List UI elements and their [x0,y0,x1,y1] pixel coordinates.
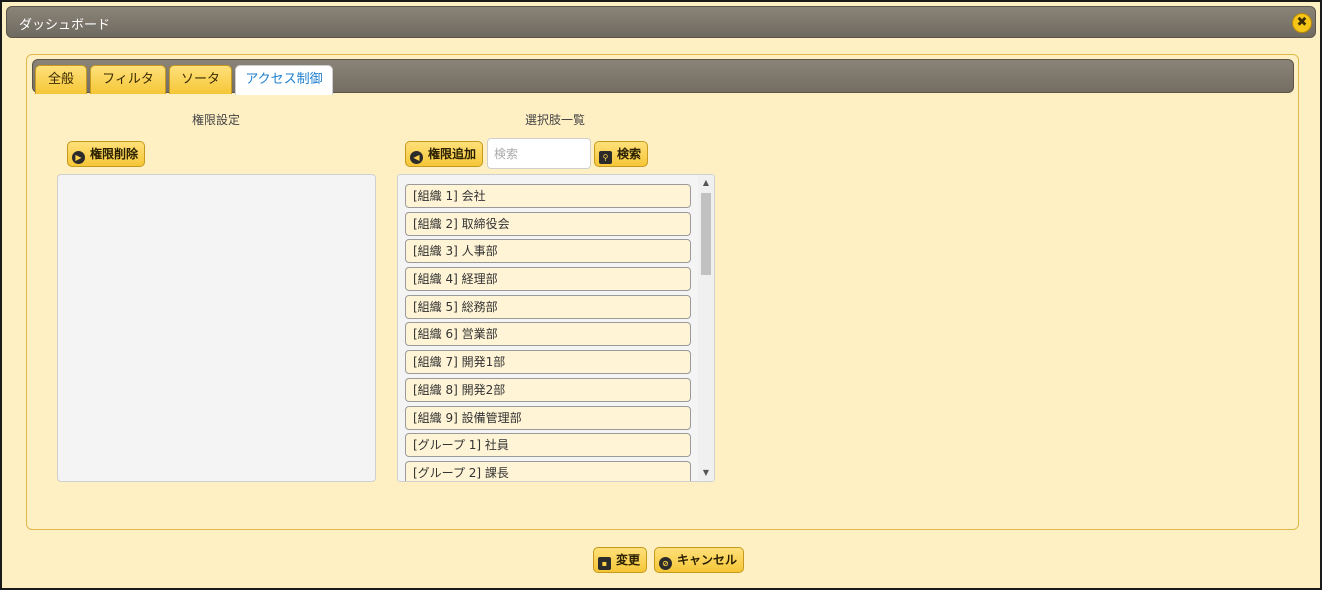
list-item[interactable]: [組織 9] 設備管理部 [405,405,691,430]
scroll-thumb[interactable] [701,193,711,275]
list-item[interactable]: [組織 2] 取締役会 [405,211,691,236]
save-button-label: 変更 [616,553,641,567]
list-item[interactable]: [グループ 2] 課長 [405,460,691,481]
dialog-title: ダッシュボード [19,18,111,33]
list-item[interactable]: [組織 6] 営業部 [405,322,691,347]
add-permission-label: 権限追加 [428,147,477,161]
delete-permission-label: 権限削除 [90,147,139,161]
tab-bar: 全般 フィルタ ソータ アクセス制御 [32,59,1294,95]
list-item[interactable]: [組織 8] 開発2部 [405,377,691,402]
search-input[interactable] [487,138,591,169]
search-button[interactable]: ⚲ 検索 [594,141,649,167]
tab-filter[interactable]: フィルタ [90,65,166,94]
dialog-titlebar[interactable]: ダッシュボード ✖ [6,6,1316,38]
permission-settings-title: 権限設定 [192,113,241,127]
choices-title: 選択肢一覧 [525,113,586,127]
tab-general[interactable]: 全般 [35,65,87,94]
permission-list[interactable] [57,174,376,482]
search-icon: ⚲ [599,151,612,164]
back-circle-icon: ◀ [410,151,423,164]
search-button-label: 検索 [617,147,642,161]
cancel-button[interactable]: ⊘ キャンセル [654,547,745,573]
list-item[interactable]: [グループ 1] 社員 [405,433,691,458]
play-circle-icon: ▶ [72,151,85,164]
choices-list[interactable]: [組織 1] 会社 [組織 2] 取締役会 [組織 3] 人事部 [組織 4] … [397,174,715,482]
close-icon[interactable]: ✖ [1292,13,1312,33]
list-item[interactable]: [組織 5] 総務部 [405,294,691,319]
save-icon: ▪ [598,557,611,570]
scroll-up-icon[interactable]: ▲ [698,175,714,191]
tab-access-control[interactable]: アクセス制御 [235,65,333,95]
delete-permission-button[interactable]: ▶ 権限削除 [67,141,146,167]
dashboard-dialog: ダッシュボード ✖ 全般 フィルタ ソータ アクセス制御 権限設定 ▶ 権限削除 … [0,0,1322,590]
tab-sorter[interactable]: ソータ [169,65,232,94]
add-permission-button[interactable]: ◀ 権限追加 [405,141,484,167]
list-item[interactable]: [組織 3] 人事部 [405,239,691,264]
list-item[interactable]: [組織 4] 経理部 [405,267,691,292]
cancel-icon: ⊘ [659,557,672,570]
list-item[interactable]: [組織 1] 会社 [405,184,691,208]
list-item[interactable]: [組織 7] 開発1部 [405,350,691,375]
list-scrollbar[interactable]: ▲ ▼ [698,175,714,481]
save-button[interactable]: ▪ 変更 [593,547,648,573]
scroll-down-icon[interactable]: ▼ [698,465,714,481]
cancel-button-label: キャンセル [677,553,738,567]
